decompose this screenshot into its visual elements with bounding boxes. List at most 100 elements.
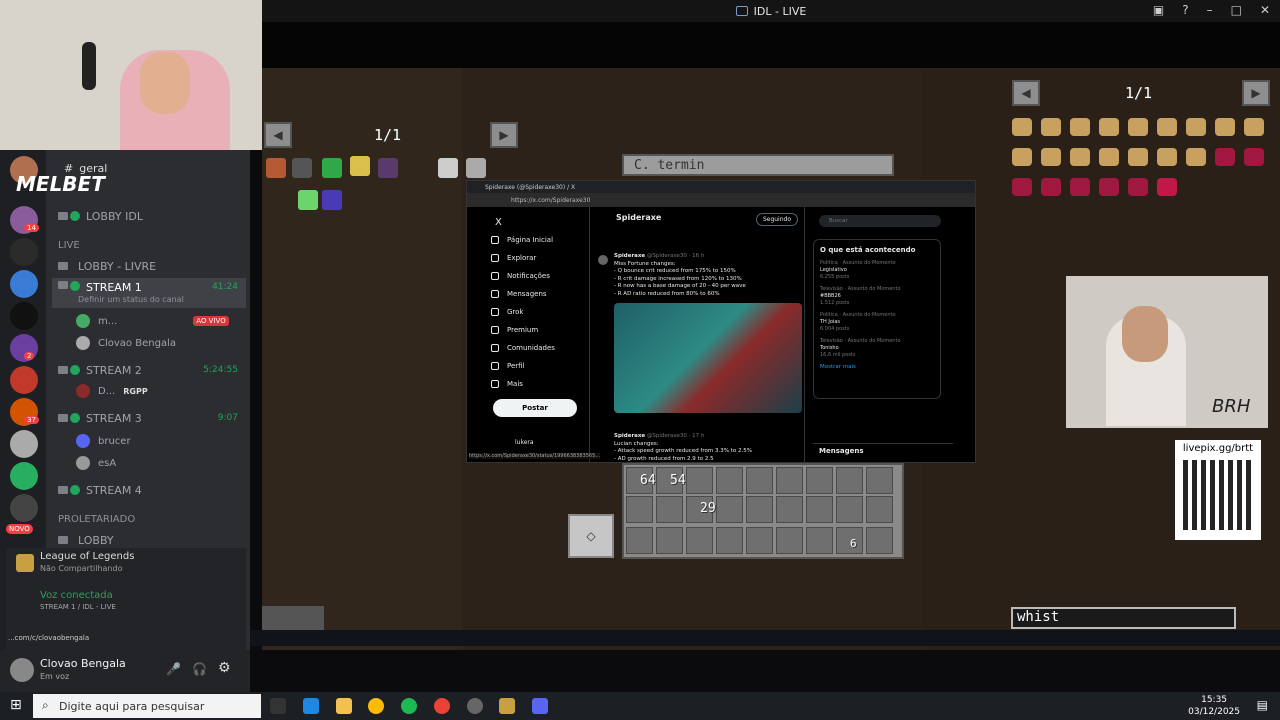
right-prev-page-button[interactable]: ◀ bbox=[1012, 80, 1040, 106]
inventory-slot[interactable] bbox=[686, 467, 713, 494]
show-more-link[interactable]: Mostrar mais bbox=[820, 364, 934, 370]
browser-window[interactable]: Spideraxe (@Spideraxe30) / X https://x.c… bbox=[466, 180, 976, 463]
account-name[interactable]: lukera bbox=[515, 439, 534, 446]
inventory-slot[interactable] bbox=[836, 467, 863, 494]
inventory-slot[interactable] bbox=[746, 467, 773, 494]
item-icon[interactable] bbox=[1041, 148, 1061, 166]
inventory-slot[interactable] bbox=[866, 467, 893, 494]
nav-notifications[interactable]: Notificações bbox=[491, 267, 591, 285]
inventory-slot[interactable] bbox=[806, 527, 833, 554]
member-item[interactable]: brucer bbox=[76, 434, 131, 448]
item-icon[interactable] bbox=[292, 158, 312, 178]
search-input[interactable]: Buscar bbox=[819, 215, 941, 227]
inventory-slot[interactable] bbox=[746, 496, 773, 523]
nav-home[interactable]: Página Inicial bbox=[491, 231, 591, 249]
item-icon[interactable] bbox=[1099, 178, 1119, 196]
inventory-slot[interactable] bbox=[836, 496, 863, 523]
item-icon[interactable] bbox=[1128, 118, 1148, 136]
taskbar-search[interactable]: Digite aqui para pesquisar bbox=[33, 694, 261, 718]
tweet-image[interactable] bbox=[614, 303, 802, 413]
voice-channel-name[interactable]: STREAM 1 / IDL - LIVE bbox=[40, 603, 116, 611]
member-item[interactable]: D... RGPP bbox=[76, 384, 148, 398]
voice-channel-stream-1[interactable]: STREAM 1 41:24 Definir um status do cana… bbox=[52, 278, 246, 308]
item-icon[interactable] bbox=[1186, 118, 1206, 136]
item-icon[interactable] bbox=[1215, 118, 1235, 136]
item-icon[interactable] bbox=[1070, 118, 1090, 136]
server-icon[interactable] bbox=[10, 270, 38, 298]
headphones-icon[interactable]: 🎧 bbox=[192, 662, 207, 676]
inventory-slot[interactable] bbox=[656, 527, 683, 554]
voice-channel-lobby-idl[interactable]: LOBBY IDL bbox=[52, 206, 246, 226]
trend-item[interactable]: Televisão · Assunto do Momento #BBB26 1.51… bbox=[820, 286, 934, 307]
chrome-icon[interactable] bbox=[368, 698, 384, 714]
inventory-slot[interactable] bbox=[716, 496, 743, 523]
inventory-slot[interactable] bbox=[806, 467, 833, 494]
nav-premium[interactable]: Premium bbox=[491, 321, 591, 339]
trend-item[interactable]: Televisão · Assunto do Momento Tonisho 16,… bbox=[820, 338, 934, 359]
maximize-button[interactable]: □ bbox=[1231, 3, 1242, 17]
inventory-slot[interactable] bbox=[866, 527, 893, 554]
item-icon[interactable] bbox=[1157, 178, 1177, 196]
voice-channel-stream-2[interactable]: STREAM 2 5:24:55 bbox=[52, 360, 246, 380]
item-icon[interactable] bbox=[350, 156, 370, 176]
league-icon[interactable] bbox=[499, 698, 515, 714]
item-icon[interactable] bbox=[1012, 148, 1032, 166]
item-icon[interactable] bbox=[1070, 148, 1090, 166]
x-logo[interactable]: X bbox=[495, 213, 591, 231]
member-item[interactable]: Clovao Bengala bbox=[76, 336, 176, 350]
close-button[interactable]: ✕ bbox=[1260, 3, 1270, 17]
item-icon[interactable] bbox=[378, 158, 398, 178]
left-next-page-button[interactable]: ▶ bbox=[490, 122, 518, 148]
nav-more[interactable]: Mais bbox=[491, 375, 591, 393]
trend-item[interactable]: Política · Assunto do Momento Legislativo… bbox=[820, 260, 934, 281]
nav-communities[interactable]: Comunidades bbox=[491, 339, 591, 357]
server-icon[interactable] bbox=[10, 462, 38, 490]
nav-explore[interactable]: Explorar bbox=[491, 249, 591, 267]
inventory-slot[interactable] bbox=[776, 527, 803, 554]
minimize-button[interactable]: – bbox=[1207, 3, 1213, 17]
voice-channel-stream-4[interactable]: STREAM 4 bbox=[52, 480, 246, 500]
voice-channel-stream-3[interactable]: STREAM 3 9:07 bbox=[52, 408, 246, 428]
item-icon[interactable] bbox=[1186, 148, 1206, 166]
voice-channel-lobby-livre[interactable]: LOBBY - LIVRE bbox=[52, 256, 246, 276]
server-icon[interactable] bbox=[10, 302, 38, 330]
folder-icon[interactable] bbox=[336, 698, 352, 714]
avatar[interactable] bbox=[10, 658, 34, 682]
item-icon[interactable] bbox=[1012, 118, 1032, 136]
copilot-icon[interactable] bbox=[303, 698, 319, 714]
item-icon[interactable] bbox=[1041, 178, 1061, 196]
item-icon[interactable] bbox=[466, 158, 486, 178]
inventory-slot[interactable] bbox=[656, 496, 683, 523]
microphone-icon[interactable]: 🎤 bbox=[166, 662, 181, 676]
inventory-slot[interactable] bbox=[626, 496, 653, 523]
inventory-slot[interactable] bbox=[776, 496, 803, 523]
help-icon[interactable]: ? bbox=[1182, 3, 1188, 17]
item-icon[interactable] bbox=[322, 158, 342, 178]
inventory-slot[interactable] bbox=[716, 527, 743, 554]
chrome-icon[interactable] bbox=[434, 698, 450, 714]
item-icon[interactable] bbox=[1244, 118, 1264, 136]
item-icon[interactable] bbox=[1128, 178, 1148, 196]
inventory-slot[interactable] bbox=[746, 527, 773, 554]
category-proletariado[interactable]: PROLETARIADO bbox=[58, 514, 135, 525]
item-icon[interactable] bbox=[298, 190, 318, 210]
left-prev-page-button[interactable]: ◀ bbox=[264, 122, 292, 148]
hotbar-slot[interactable] bbox=[262, 606, 324, 630]
messages-drawer[interactable]: Mensagens bbox=[813, 443, 953, 463]
inventory-slot[interactable] bbox=[806, 496, 833, 523]
item-icon[interactable] bbox=[1041, 118, 1061, 136]
item-icon[interactable] bbox=[438, 158, 458, 178]
trend-item[interactable]: Política · Assunto do Momento TH Joias 6.0… bbox=[820, 312, 934, 333]
nav-profile[interactable]: Perfil bbox=[491, 357, 591, 375]
clock[interactable]: 15:35 03/12/2025 bbox=[1188, 694, 1240, 718]
obs-icon[interactable] bbox=[467, 698, 483, 714]
inventory-slot[interactable] bbox=[776, 467, 803, 494]
settings-gear-icon[interactable]: ⚙ bbox=[218, 660, 231, 676]
inventory-slot[interactable] bbox=[626, 527, 653, 554]
item-icon[interactable] bbox=[1070, 178, 1090, 196]
item-icon[interactable] bbox=[1012, 178, 1032, 196]
discord-icon[interactable] bbox=[532, 698, 548, 714]
avatar[interactable] bbox=[598, 255, 608, 265]
tweet[interactable]: Spideraxe @Spideraxe30 · 16 h Miss Fortu… bbox=[614, 253, 746, 299]
item-icon[interactable] bbox=[1244, 148, 1264, 166]
